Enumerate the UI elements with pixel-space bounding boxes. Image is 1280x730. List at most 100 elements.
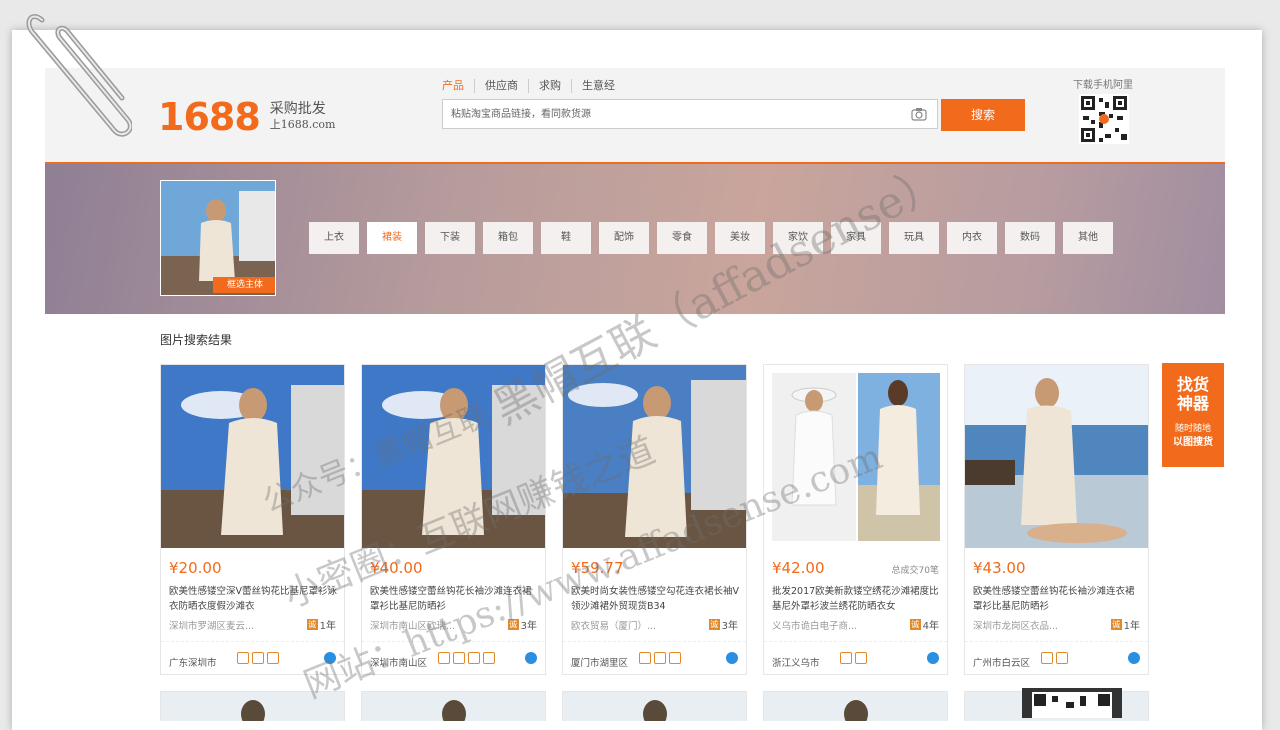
chat-icon[interactable]: [927, 652, 939, 664]
trust-icon: 诚: [909, 619, 921, 630]
product-card[interactable]: ¥42.00 总成交70笔 批发2017欧美新款镂空绣花沙滩裙度比基尼外罩衫波兰…: [763, 364, 948, 675]
badge-icon: [468, 652, 480, 664]
product-title[interactable]: 欧美性感镂空蕾丝钩花长袖沙滩连衣裙罩衫比基尼防晒衫: [370, 584, 538, 614]
supplier-years: 诚 3年: [708, 617, 738, 632]
logo-number: 1688: [158, 95, 261, 139]
supplier-location: 广州市白云区: [973, 658, 1031, 669]
category-shoes[interactable]: 鞋: [541, 222, 591, 254]
product-price: ¥20.00: [169, 559, 222, 577]
find-goods-line2: 以图搜货: [1173, 437, 1213, 448]
trust-icon: 诚: [708, 619, 720, 630]
product-card[interactable]: [361, 691, 546, 721]
supplier-name[interactable]: 义乌市诡白电子商...: [772, 618, 857, 632]
category-dresses[interactable]: 裙装: [367, 222, 417, 254]
supplier-location: 厦门市湖里区: [571, 658, 629, 669]
badge-icon: [483, 652, 495, 664]
product-image[interactable]: [563, 365, 746, 548]
chat-icon[interactable]: [726, 652, 738, 664]
supplier-years-text: 4年: [922, 621, 939, 632]
category-bags[interactable]: 箱包: [483, 222, 533, 254]
tab-buying-request[interactable]: 求购: [528, 79, 571, 93]
product-image[interactable]: [362, 365, 545, 548]
logo-tagline-block: 采购批发 上1688.com: [270, 101, 336, 133]
product-price: ¥59.77: [571, 559, 624, 577]
supplier-location: 广东深圳市: [169, 658, 217, 669]
category-other[interactable]: 其他: [1063, 222, 1113, 254]
category-toys[interactable]: 玩具: [889, 222, 939, 254]
tab-product[interactable]: 产品: [442, 79, 474, 93]
product-title[interactable]: 批发2017欧美新款镂空绣花沙滩裙度比基尼外罩衫波兰绣花防晒衣女: [772, 584, 940, 614]
badge-icon: [1041, 652, 1053, 664]
divider: [161, 641, 344, 642]
category-home-drinkware[interactable]: 家饮: [773, 222, 823, 254]
supplier-name[interactable]: 深圳市南山区欧瑞...: [370, 618, 455, 632]
trust-icon: 诚: [1110, 619, 1122, 630]
trust-icon: 诚: [507, 619, 519, 630]
category-beauty[interactable]: 美妆: [715, 222, 765, 254]
product-price: ¥42.00: [772, 559, 825, 577]
supplier-name[interactable]: 欧衣贸易（厦门）...: [571, 618, 656, 632]
search-button[interactable]: 搜索: [941, 99, 1025, 131]
badge-icon: [855, 652, 867, 664]
product-image[interactable]: [764, 365, 947, 548]
divider: [362, 641, 545, 642]
product-title[interactable]: 欧美时尚女装性感镂空勾花连衣裙长袖V领沙滩裙外贸现货B34: [571, 584, 739, 614]
search-input[interactable]: [443, 100, 919, 128]
select-subject-button[interactable]: 框选主体: [213, 277, 275, 293]
supplier-name[interactable]: 深圳市龙岗区衣品...: [973, 618, 1058, 632]
product-image[interactable]: [161, 365, 344, 548]
category-digital[interactable]: 数码: [1005, 222, 1055, 254]
tab-business-guide[interactable]: 生意经: [571, 79, 625, 93]
category-tops[interactable]: 上衣: [309, 222, 359, 254]
supplier-years-text: 3年: [721, 621, 738, 632]
product-card[interactable]: ¥59.77 欧美时尚女装性感镂空勾花连衣裙长袖V领沙滩裙外贸现货B34 欧衣贸…: [562, 364, 747, 675]
query-image-thumbnail[interactable]: 框选主体: [160, 180, 276, 296]
paperclip-icon: [26, 14, 132, 137]
product-sold-count: 总成交70笔: [891, 566, 939, 576]
category-accessories[interactable]: 配饰: [599, 222, 649, 254]
supplier-years: 诚 1年: [306, 617, 336, 632]
qr-code-icon: [1022, 688, 1122, 718]
search-tabs: 产品 供应商 求购 生意经: [442, 79, 625, 93]
divider: [563, 641, 746, 642]
category-bottoms[interactable]: 下装: [425, 222, 475, 254]
chat-icon[interactable]: [324, 652, 336, 664]
tab-supplier[interactable]: 供应商: [474, 79, 528, 93]
category-furniture[interactable]: 家具: [831, 222, 881, 254]
service-badges: [237, 652, 282, 664]
product-title[interactable]: 欧美性感镂空深V蕾丝钩花比基尼罩衫泳衣防晒衣度假沙滩衣: [169, 584, 337, 614]
category-underwear[interactable]: 内衣: [947, 222, 997, 254]
supplier-years-text: 3年: [520, 621, 537, 632]
category-snacks[interactable]: 零食: [657, 222, 707, 254]
divider: [965, 641, 1148, 642]
find-goods-line1: 随时随地: [1174, 424, 1211, 434]
badge-icon: [438, 652, 450, 664]
product-price: ¥43.00: [973, 559, 1026, 577]
service-badges: [438, 652, 498, 664]
logo[interactable]: 1688 采购批发 上1688.com: [158, 95, 335, 139]
badge-icon: [237, 652, 249, 664]
chat-icon[interactable]: [1128, 652, 1140, 664]
badge-icon: [252, 652, 264, 664]
image-search-banner: 框选主体 上衣 裙装 下装 箱包 鞋 配饰 零食 美妆 家饮 家具 玩具 内衣 …: [45, 164, 1225, 314]
logo-domain: 上1688.com: [269, 118, 336, 131]
product-title[interactable]: 欧美性感镂空蕾丝钩花长袖沙滩连衣裙罩衫比基尼防晒衫: [973, 584, 1141, 614]
service-badges: [1041, 652, 1071, 664]
product-card[interactable]: ¥43.00 欧美性感镂空蕾丝钩花长袖沙滩连衣裙罩衫比基尼防晒衫 深圳市龙岗区衣…: [964, 364, 1149, 675]
product-image[interactable]: [965, 365, 1148, 548]
product-card[interactable]: [763, 691, 948, 721]
camera-icon[interactable]: [911, 107, 927, 121]
service-badges: [639, 652, 684, 664]
supplier-location: 深圳市南山区: [370, 658, 428, 669]
product-card[interactable]: [562, 691, 747, 721]
qr-code-icon[interactable]: [1079, 94, 1129, 144]
badge-icon: [654, 652, 666, 664]
chat-icon[interactable]: [525, 652, 537, 664]
product-card[interactable]: ¥40.00 欧美性感镂空蕾丝钩花长袖沙滩连衣裙罩衫比基尼防晒衫 深圳市南山区欧…: [361, 364, 546, 675]
badge-icon: [639, 652, 651, 664]
trust-icon: 诚: [306, 619, 318, 630]
supplier-name[interactable]: 深圳市罗湖区麦云...: [169, 618, 254, 632]
product-card[interactable]: ¥20.00 欧美性感镂空深V蕾丝钩花比基尼罩衫泳衣防晒衣度假沙滩衣 深圳市罗湖…: [160, 364, 345, 675]
product-card[interactable]: [160, 691, 345, 721]
find-goods-panel[interactable]: 找货神器 随时随地 以图搜货: [1162, 363, 1224, 467]
